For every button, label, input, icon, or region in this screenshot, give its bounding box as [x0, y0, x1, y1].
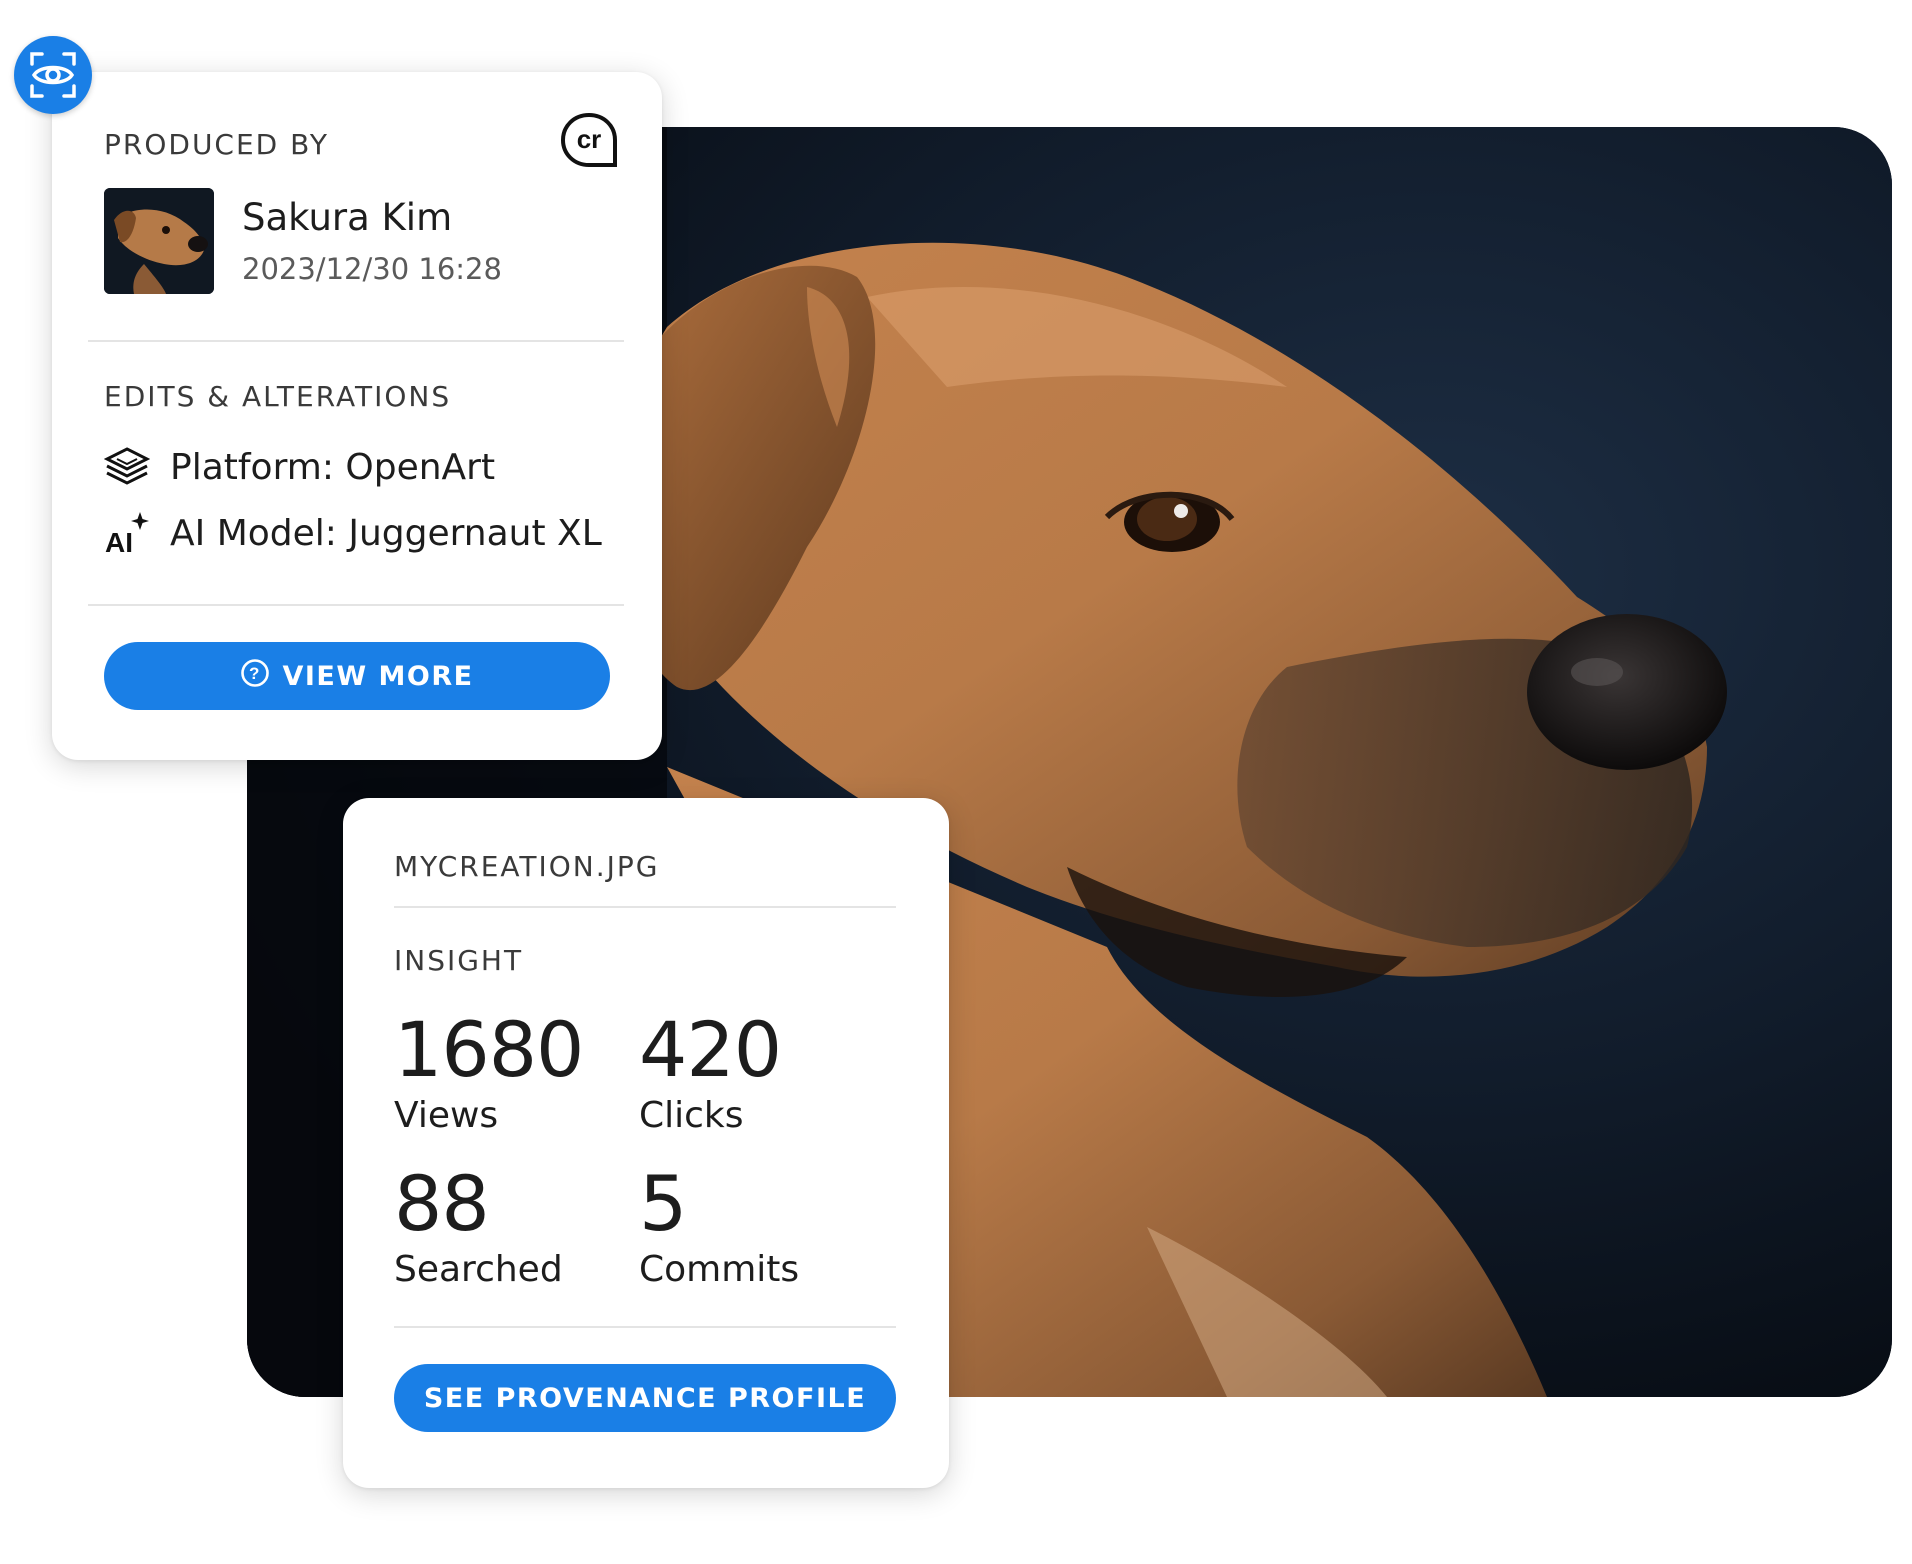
view-more-button[interactable]: ? VIEW MORE — [104, 642, 610, 710]
divider — [394, 906, 896, 908]
insight-heading: INSIGHT — [394, 944, 524, 977]
edit-item-ai-model-label: AI Model: Juggernaut XL — [170, 512, 602, 554]
edits-heading: EDITS & ALTERATIONS — [104, 380, 452, 413]
file-name: MYCREATION.JPG — [394, 850, 660, 883]
ai-sparkle-icon: AI — [104, 510, 150, 556]
divider — [88, 604, 624, 606]
divider — [394, 1326, 896, 1328]
divider — [88, 340, 624, 342]
produced-date: 2023/12/30 16:28 — [242, 252, 502, 286]
stat-views-value: 1680 — [394, 1005, 584, 1094]
stat-commits: 5 Commits — [639, 1164, 799, 1292]
stat-clicks: 420 Clicks — [639, 1005, 782, 1138]
stat-commits-label: Commits — [639, 1249, 800, 1290]
producer-name: Sakura Kim — [242, 196, 453, 239]
stat-views: 1680 Views — [394, 1005, 584, 1138]
stat-searched: 88 Searched — [394, 1164, 563, 1292]
stat-commits-value: 5 — [639, 1159, 687, 1248]
help-circle-icon: ? — [240, 658, 270, 695]
svg-text:cr: cr — [577, 124, 602, 154]
svg-text:AI: AI — [105, 527, 133, 556]
stage: PRODUCED BY cr Sakura Kim 2023/12/30 16:… — [0, 0, 1912, 1564]
see-provenance-profile-label: SEE PROVENANCE PROFILE — [423, 1382, 867, 1414]
insight-card: MYCREATION.JPG INSIGHT 1680 Views 420 Cl… — [343, 798, 949, 1488]
avatar — [104, 188, 214, 294]
stat-clicks-value: 420 — [639, 1005, 782, 1094]
edit-item-ai-model: AI AI Model: Juggernaut XL — [104, 510, 602, 556]
stat-searched-label: Searched — [394, 1249, 563, 1290]
stat-clicks-label: Clicks — [639, 1095, 744, 1136]
content-credentials-cr-icon: cr — [560, 112, 618, 168]
edit-item-platform: Platform: OpenArt — [104, 444, 495, 490]
eye-scan-icon[interactable] — [14, 36, 92, 114]
see-provenance-profile-button[interactable]: SEE PROVENANCE PROFILE — [394, 1364, 896, 1432]
layers-icon — [104, 444, 150, 490]
produced-by-card: PRODUCED BY cr Sakura Kim 2023/12/30 16:… — [52, 72, 662, 760]
view-more-label: VIEW MORE — [282, 660, 474, 692]
edit-item-platform-label: Platform: OpenArt — [170, 446, 496, 488]
stat-searched-value: 88 — [394, 1159, 490, 1248]
stat-views-label: Views — [394, 1095, 499, 1136]
svg-text:?: ? — [249, 664, 261, 683]
produced-by-heading: PRODUCED BY — [104, 128, 329, 161]
